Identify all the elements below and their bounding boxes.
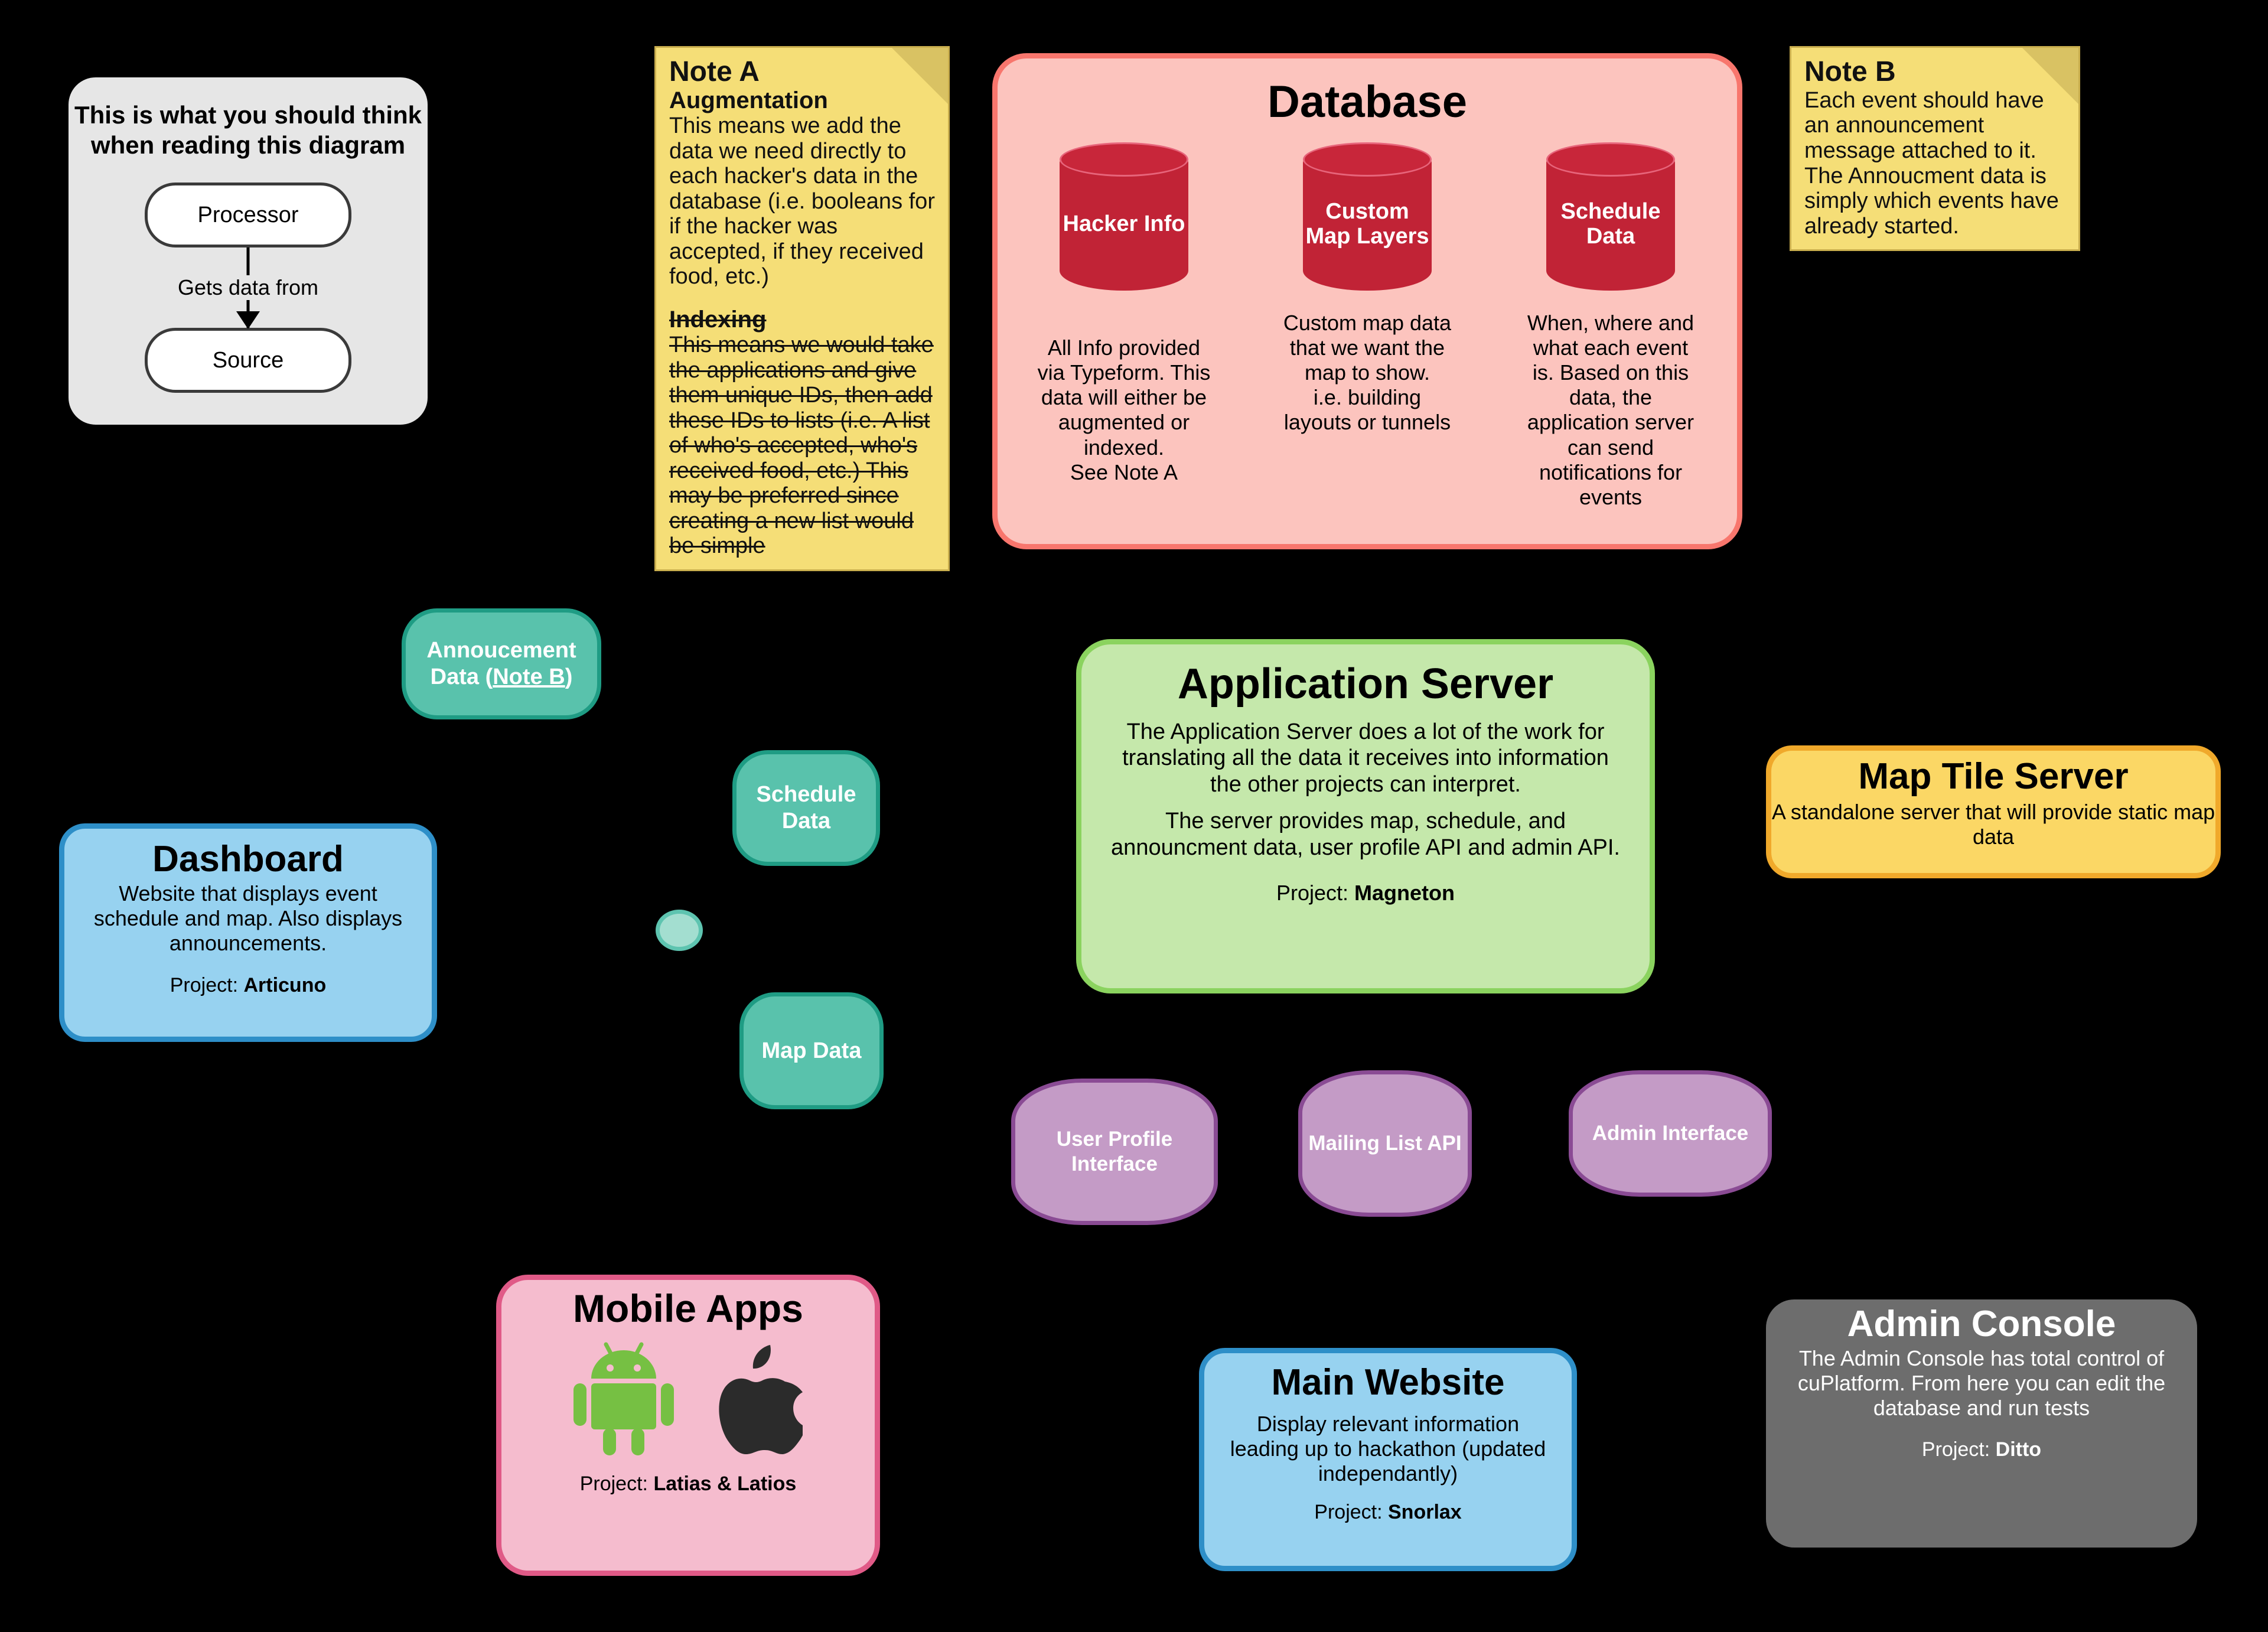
application-server-paragraph-2: The server provides map, schedule, and a… xyxy=(1111,809,1620,860)
cylinder-label: Custom Map Layers xyxy=(1305,199,1429,249)
legend-title: This is what you should think when readin… xyxy=(74,101,422,159)
project-prefix: Project: xyxy=(1314,1501,1388,1524)
project-prefix: Project: xyxy=(1276,881,1355,905)
cylinder-label: Hacker Info xyxy=(1063,211,1185,237)
project-name: Snorlax xyxy=(1388,1501,1462,1524)
api-node-admin-interface: Admin Interface xyxy=(1569,1070,1772,1197)
map-tile-server-box: Map Tile Server A standalone server that… xyxy=(1766,745,2221,878)
map-tile-server-title: Map Tile Server xyxy=(1858,756,2129,797)
note-a-title: Note A xyxy=(669,56,760,87)
data-node-schedule: Schedule Data xyxy=(732,750,880,866)
project-name: Ditto xyxy=(1995,1438,2042,1461)
note-a-subtitle: Augmentation xyxy=(669,87,828,113)
mobile-apps-project: Project: Latias & Latios xyxy=(580,1473,797,1496)
admin-console-description: The Admin Console has total control of c… xyxy=(1797,1346,2166,1421)
database-cylinder-hacker-info: Hacker Info All Info provided via Typefo… xyxy=(1035,142,1213,510)
application-server-paragraph-1: The Application Server does a lot of the… xyxy=(1122,719,1609,797)
legend-box: This is what you should think when readin… xyxy=(65,74,431,428)
announcement-suffix: ) xyxy=(565,664,573,689)
admin-console-title: Admin Console xyxy=(1847,1304,2116,1344)
main-website-description: Display relevant information leading up … xyxy=(1230,1412,1546,1486)
main-website-project: Project: Snorlax xyxy=(1314,1501,1461,1524)
apple-icon xyxy=(719,1344,803,1454)
application-server-project: Project: Magneton xyxy=(1276,881,1455,905)
map-tile-server-description: A standalone server that will provide st… xyxy=(1771,800,2215,849)
android-icon xyxy=(573,1342,674,1455)
data-node-label: Annoucement Data (Note B) xyxy=(406,637,597,690)
cylinder-description: All Info provided via Typeform. This dat… xyxy=(1037,335,1211,484)
dashboard-box: Dashboard Website that displays event sc… xyxy=(59,823,437,1042)
legend-arrow-head xyxy=(236,311,260,330)
api-node-mailing-list-api: Mailing List API xyxy=(1298,1070,1472,1217)
data-node-small-dot xyxy=(656,910,703,951)
note-b-reference-link[interactable]: Note B xyxy=(493,664,565,689)
project-prefix: Project: xyxy=(579,1473,654,1495)
mobile-apps-box: Mobile Apps Project: Latias & Latios xyxy=(496,1275,880,1576)
note-a-body: This means we add the data we need direc… xyxy=(669,113,935,289)
mobile-apps-title: Mobile Apps xyxy=(573,1286,803,1330)
database-cylinder-schedule-data: Schedule Data When, where and what each … xyxy=(1522,142,1699,510)
note-a-struck-subtitle: Indexing xyxy=(669,306,767,333)
database-box: Database Hacker Info All Info provided v… xyxy=(992,53,1742,549)
legend-arrow: Gets data from xyxy=(148,247,348,330)
database-cylinder-row: Hacker Info All Info provided via Typefo… xyxy=(998,142,1737,510)
cylinder-icon: Hacker Info xyxy=(1060,142,1188,291)
dashboard-description: Website that displays event schedule and… xyxy=(93,881,403,955)
data-node-announcement: Annoucement Data (Note B) xyxy=(402,608,601,719)
api-node-label: Admin Interface xyxy=(1592,1122,1749,1145)
project-prefix: Project: xyxy=(170,974,244,997)
legend-processor-node: Processor xyxy=(145,183,351,248)
legend-processor-label: Processor xyxy=(197,202,299,227)
cylinder-description: When, where and what each event is. Base… xyxy=(1527,311,1695,509)
admin-console-box: Admin Console The Admin Console has tota… xyxy=(1766,1299,2197,1548)
cylinder-description: Custom map data that we want the map to … xyxy=(1283,311,1452,435)
project-name: Magneton xyxy=(1354,881,1455,905)
database-title: Database xyxy=(1267,77,1467,127)
api-node-user-profile-interface: User Profile Interface xyxy=(1011,1079,1218,1225)
dashboard-title: Dashboard xyxy=(152,839,344,879)
project-name: Articuno xyxy=(243,974,327,997)
database-cylinder-custom-map-layers: Custom Map Layers Custom map data that w… xyxy=(1279,142,1456,510)
note-a: Note A Augmentation This means we add th… xyxy=(654,46,950,572)
data-node-label: Map Data xyxy=(761,1038,862,1063)
note-b: Note B Each event should have an announc… xyxy=(1790,46,2080,252)
data-node-label: Schedule Data xyxy=(756,782,856,833)
legend-source-node: Source xyxy=(145,328,351,393)
main-website-title: Main Website xyxy=(1271,1362,1505,1403)
note-a-struck-body: This means we would take the application… xyxy=(669,333,934,559)
mobile-apps-logos xyxy=(573,1340,803,1458)
project-prefix: Project: xyxy=(1921,1438,1996,1461)
dashboard-project: Project: Articuno xyxy=(170,974,327,997)
legend-source-label: Source xyxy=(212,347,284,373)
cylinder-label: Schedule Data xyxy=(1560,199,1661,249)
note-b-body: Each event should have an announcement m… xyxy=(1804,87,2059,239)
api-node-label: Mailing List API xyxy=(1308,1132,1462,1155)
note-a-spacer xyxy=(669,289,935,307)
data-node-map: Map Data xyxy=(739,992,884,1109)
cylinder-icon: Schedule Data xyxy=(1546,142,1675,291)
cylinder-icon: Custom Map Layers xyxy=(1303,142,1432,291)
legend-arrow-label: Gets data from xyxy=(174,275,322,301)
api-node-label: User Profile Interface xyxy=(1056,1128,1173,1175)
main-website-box: Main Website Display relevant informatio… xyxy=(1199,1348,1577,1571)
project-name: Latias & Latios xyxy=(653,1473,797,1495)
application-server-box: Application Server The Application Serve… xyxy=(1076,639,1655,993)
admin-console-project: Project: Ditto xyxy=(1922,1438,2041,1461)
application-server-title: Application Server xyxy=(1177,660,1554,708)
note-b-title: Note B xyxy=(1804,56,1896,87)
